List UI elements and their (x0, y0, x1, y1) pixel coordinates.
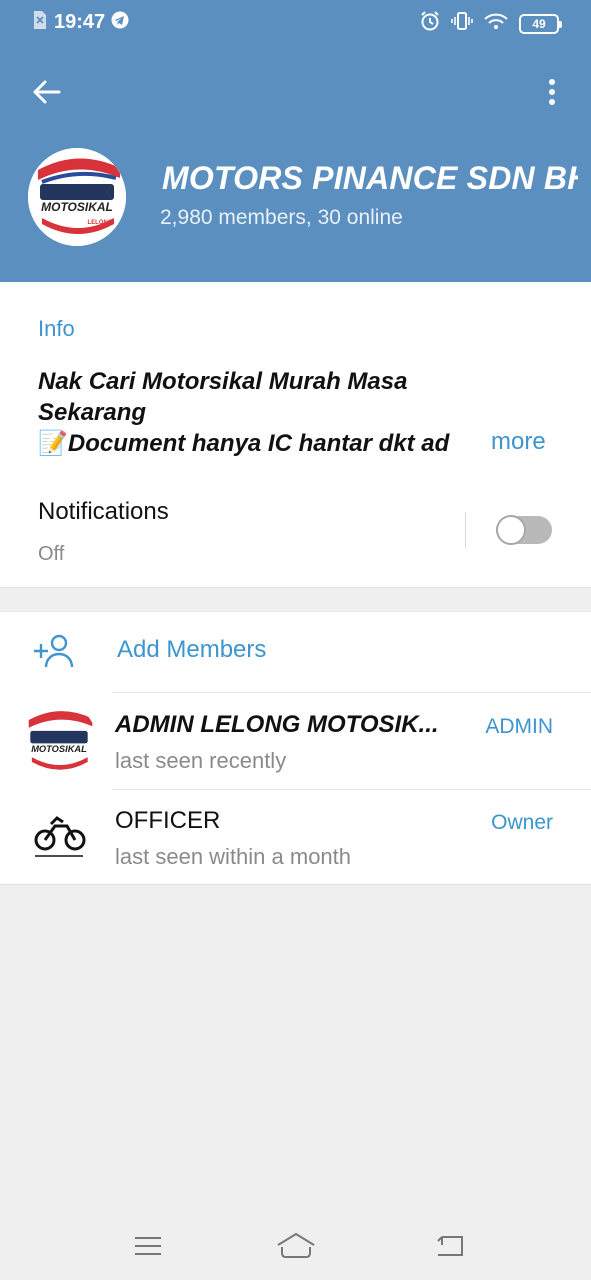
recent-apps-button[interactable] (128, 1226, 168, 1266)
back-arrow-icon (33, 80, 61, 104)
profile-header: 19:47 49 MOTOSIKAL LELONG MOTORS PINANCE… (0, 0, 591, 282)
info-card: Info Nak Cari Motorsikal Murah Masa Seka… (0, 282, 591, 588)
member-name[interactable]: OFFICER (115, 807, 220, 835)
telegram-icon (111, 11, 129, 34)
add-member-icon (33, 634, 77, 668)
notifications-label: Notifications (38, 498, 169, 525)
member-status: last seen recently (115, 748, 287, 773)
svg-text:MOTOSIKAL: MOTOSIKAL (41, 200, 113, 214)
sim-off-icon (32, 10, 48, 35)
more-options-button[interactable] (537, 72, 567, 112)
clock-time: 19:47 (54, 11, 106, 33)
members-card: Add Members MOTOSIKAL ADMIN LELONG MOTOS… (0, 611, 591, 885)
alarm-icon (419, 10, 441, 37)
motorbike-logo-icon (21, 800, 97, 876)
vibrate-icon (451, 10, 473, 37)
battery-indicator: 49 (519, 13, 562, 34)
member-role-badge: Owner (491, 811, 553, 834)
divider (112, 789, 591, 790)
back-nav-button[interactable] (430, 1226, 470, 1266)
back-button[interactable] (26, 72, 66, 112)
memo-emoji-icon: 📝 (38, 430, 68, 457)
three-dots-icon (549, 79, 555, 105)
system-nav-bar (0, 1212, 591, 1280)
member-role-badge: ADMIN (485, 715, 553, 738)
home-button[interactable] (276, 1226, 316, 1266)
member-avatar[interactable] (21, 800, 97, 876)
description-line: Document hanya IC hantar dkt ad (67, 430, 450, 457)
wifi-icon (483, 11, 509, 36)
description-line: Nak Cari Motorsikal Murah Masa (38, 368, 408, 395)
status-bar: 19:47 49 (0, 0, 591, 46)
group-description[interactable]: Nak Cari Motorsikal Murah Masa Sekarang … (38, 366, 498, 459)
group-title: MOTORS PINANCE SDN BH (162, 160, 578, 196)
description-line: Sekarang (38, 399, 147, 426)
toggle-knob (496, 515, 526, 545)
divider (112, 692, 591, 693)
menu-lines-icon (135, 1237, 161, 1255)
more-link[interactable]: more (491, 428, 546, 456)
group-member-count: 2,980 members, 30 online (160, 206, 403, 229)
member-status: last seen within a month (115, 844, 352, 869)
add-members-button[interactable]: Add Members (117, 636, 266, 664)
member-name[interactable]: ADMIN LELONG MOTOSIK... (115, 711, 439, 739)
return-icon (437, 1236, 463, 1256)
info-heading: Info (38, 316, 75, 341)
svg-text:MOTOSIKAL: MOTOSIKAL (31, 744, 87, 754)
member-avatar[interactable]: MOTOSIKAL (21, 703, 97, 779)
notifications-state: Off (38, 543, 65, 565)
motosikal-logo-icon: MOTOSIKAL LELONG (28, 148, 126, 246)
home-icon (277, 1232, 315, 1258)
motosikal-logo-icon: MOTOSIKAL (21, 703, 97, 779)
svg-text:LELONG: LELONG (88, 220, 113, 226)
divider (465, 512, 466, 548)
group-avatar[interactable]: MOTOSIKAL LELONG (28, 148, 126, 246)
notifications-toggle[interactable] (496, 515, 552, 545)
